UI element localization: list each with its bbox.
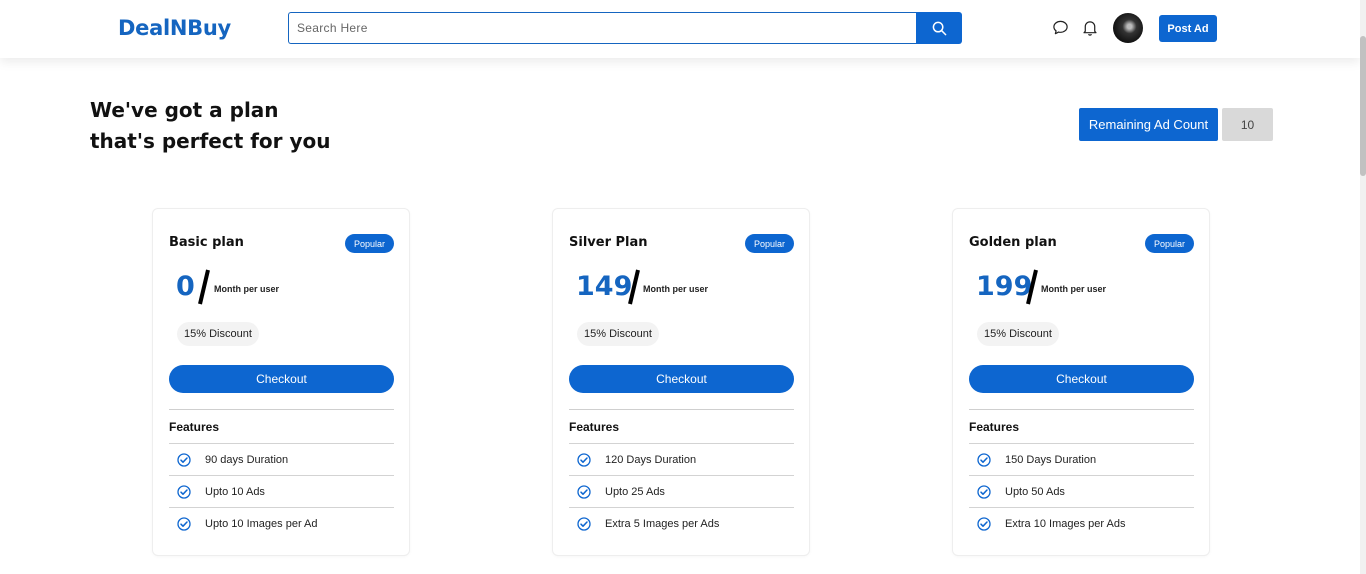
feature-item: Upto 25 Ads [569,475,794,507]
plan-price: 0 [176,271,195,302]
remaining-ad-count: Remaining Ad Count 10 [1079,108,1273,141]
headline-line-1: We've got a plan [90,98,279,122]
plan-name: Silver Plan [569,235,648,250]
post-ad-button[interactable]: Post Ad [1159,15,1217,42]
plan-card-basic: Basic plan Popular 0 Month per user 15% … [152,208,410,556]
check-circle-icon [177,484,191,499]
features-heading: Features [969,409,1194,434]
checkout-button[interactable]: Checkout [969,365,1194,393]
feature-text: Upto 50 Ads [1005,485,1065,498]
plan-card-silver: Silver Plan Popular 149 Month per user 1… [552,208,810,556]
plan-period: Month per user [214,284,280,294]
search-icon [932,21,946,35]
avatar[interactable] [1113,13,1143,43]
check-circle-icon [577,516,591,531]
check-circle-icon [977,452,991,467]
discount-pill: 15% Discount [977,322,1059,346]
feature-text: 120 Days Duration [605,453,697,466]
check-circle-icon [177,516,191,531]
checkout-button[interactable]: Checkout [569,365,794,393]
plan-name: Golden plan [969,235,1057,250]
page-headline: We've got a plan that's perfect for you [90,95,331,157]
features-list: 90 days Duration Upto 10 Ads Upto 10 Ima… [169,443,394,539]
feature-item: Extra 10 Images per Ads [969,507,1194,539]
features-heading: Features [169,409,394,434]
remaining-ad-count-value: 10 [1222,108,1273,141]
discount-pill: 15% Discount [177,322,259,346]
checkout-button[interactable]: Checkout [169,365,394,393]
scrollbar-thumb[interactable] [1360,36,1366,176]
headline-line-2: that's perfect for you [90,129,331,153]
search-bar [288,12,962,44]
discount-pill: 15% Discount [577,322,659,346]
feature-item: Upto 10 Images per Ad [169,507,394,539]
feature-item: Upto 10 Ads [169,475,394,507]
search-input[interactable] [288,12,916,44]
page-scrollbar[interactable] [1360,0,1366,574]
feature-item: 120 Days Duration [569,443,794,475]
features-list: 120 Days Duration Upto 25 Ads Extra 5 Im… [569,443,794,539]
chat-icon[interactable] [1050,17,1070,37]
check-circle-icon [977,484,991,499]
plan-period: Month per user [1041,284,1107,294]
check-circle-icon [177,452,191,467]
price-slash-icon [198,269,210,305]
features-list: 150 Days Duration Upto 50 Ads Extra 10 I… [969,443,1194,539]
feature-text: Upto 25 Ads [605,485,665,498]
feature-text: Upto 10 Images per Ad [205,517,318,530]
feature-item: Upto 50 Ads [969,475,1194,507]
feature-text: Extra 5 Images per Ads [605,517,720,530]
top-navbar: DealNBuy Post Ad [0,0,1360,58]
price-slash-icon [628,269,640,305]
plan-card-golden: Golden plan Popular 199 Month per user 1… [952,208,1210,556]
popular-badge: Popular [745,234,794,253]
plan-period: Month per user [643,284,709,294]
feature-item: Extra 5 Images per Ads [569,507,794,539]
check-circle-icon [577,484,591,499]
feature-item: 150 Days Duration [969,443,1194,475]
plan-price: 149 [576,271,633,302]
feature-item: 90 days Duration [169,443,394,475]
check-circle-icon [977,516,991,531]
plan-price: 199 [976,271,1033,302]
plan-name: Basic plan [169,235,244,250]
feature-text: Extra 10 Images per Ads [1005,517,1126,530]
bell-icon[interactable] [1080,17,1100,37]
check-circle-icon [577,452,591,467]
features-heading: Features [569,409,794,434]
search-button[interactable] [916,12,962,44]
feature-text: 90 days Duration [205,453,289,466]
feature-text: 150 Days Duration [1005,453,1097,466]
popular-badge: Popular [1145,234,1194,253]
price-slash-icon [1026,269,1038,305]
logo[interactable]: DealNBuy [118,16,231,40]
remaining-ad-count-button[interactable]: Remaining Ad Count [1079,108,1218,141]
feature-text: Upto 10 Ads [205,485,265,498]
popular-badge: Popular [345,234,394,253]
